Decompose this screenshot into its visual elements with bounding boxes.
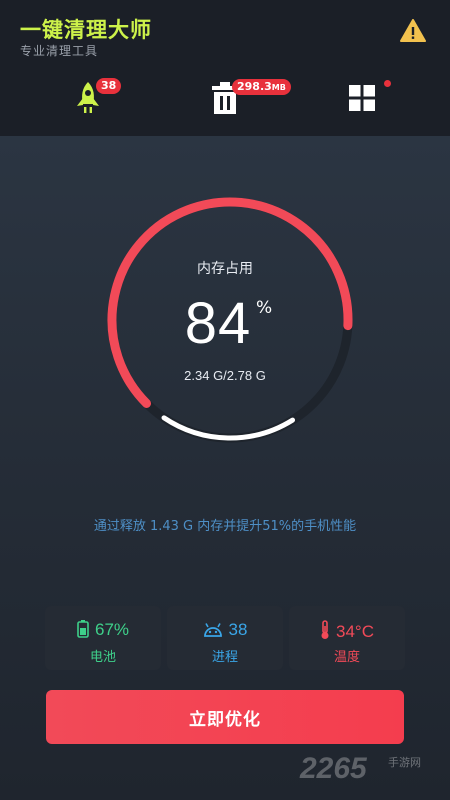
- trash-badge-unit: MB: [271, 83, 286, 92]
- trash-badge-value: 298.3: [237, 80, 272, 93]
- watermark-logo: 2265: [300, 752, 367, 785]
- gauge-title: 内存占用: [197, 261, 253, 277]
- battery-icon: [77, 620, 89, 638]
- android-icon: [203, 623, 222, 637]
- gauge-percent: 84: [184, 291, 252, 356]
- process-value: 38: [228, 620, 248, 639]
- thermometer-icon: [321, 620, 329, 639]
- temperature-label: 温度: [333, 650, 360, 665]
- battery-label: 电池: [89, 650, 116, 665]
- app-title: 一键清理大师: [20, 18, 152, 42]
- gauge-detail: 2.34 G/2.78 G: [184, 368, 266, 383]
- optimize-now-button[interactable]: 立即优化: [46, 690, 404, 744]
- warning-triangle-icon[interactable]: [400, 19, 426, 43]
- grid-icon: [349, 85, 375, 111]
- temperature-value: 34°C: [336, 622, 374, 641]
- battery-value: 67%: [94, 620, 130, 639]
- process-label: 进程: [211, 650, 238, 665]
- boost-badge: 38: [96, 78, 122, 94]
- stat-card-battery[interactable]: 67% 电池: [45, 606, 161, 670]
- trash-badge: 298.3MB: [232, 79, 291, 95]
- stat-card-temperature[interactable]: 34°C 温度: [289, 606, 405, 670]
- watermark-sub: 手游网: [388, 756, 421, 769]
- notification-dot: [384, 80, 391, 87]
- app-subtitle: 专业清理工具: [20, 44, 99, 58]
- app-header: 一键清理大师 专业清理工具 38 298.3MB: [0, 0, 450, 136]
- gauge-unit: %: [256, 298, 273, 318]
- stat-card-process[interactable]: 38 进程: [167, 606, 283, 670]
- optimize-hint: 通过释放 1.43 G 内存并提升51%的手机性能: [93, 519, 357, 534]
- apps-button[interactable]: [348, 84, 384, 120]
